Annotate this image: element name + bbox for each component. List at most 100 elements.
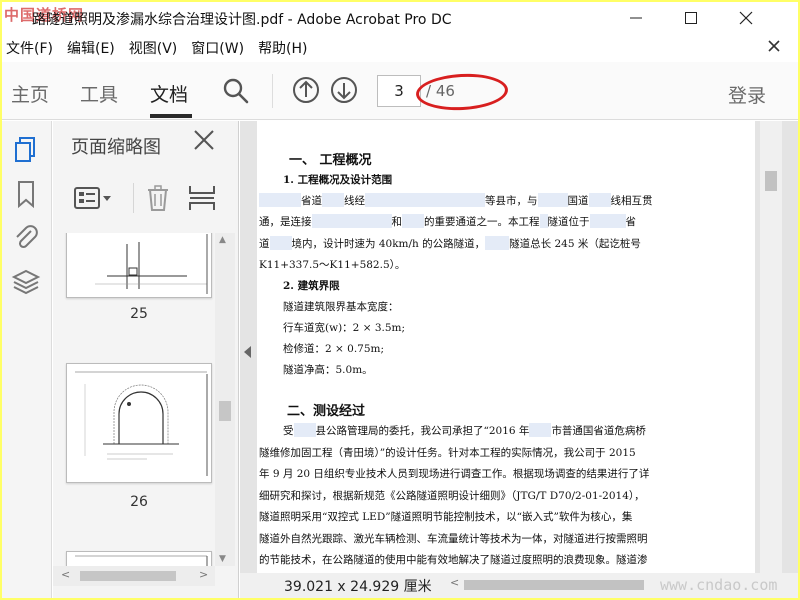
menu-bar: 文件(F) 编辑(E) 视图(V) 窗口(W) 帮助(H)	[2, 34, 798, 62]
redaction	[485, 236, 510, 250]
scroll-up-icon[interactable]: ▲	[219, 235, 226, 245]
menu-help[interactable]: 帮助(H)	[254, 38, 317, 58]
paragraph-line: 年 9 月 20 日组织专业技术人员到现场进行调查工作。根据现场调查的结果进行了…	[259, 468, 650, 480]
redaction	[529, 423, 552, 437]
thumbnails-panel: 页面缩略图 25 26 ▲ ▼ < >	[53, 121, 239, 598]
paragraph-line: 细研究和探讨，根据新规范《公路隧道照明设计细则》（JTG/T D70/2-01-…	[259, 490, 645, 502]
scroll-thumb[interactable]	[219, 401, 231, 421]
redaction	[311, 214, 392, 228]
attachment-icon[interactable]	[11, 223, 41, 253]
tunnel-section-preview-icon	[75, 371, 208, 476]
next-page-icon[interactable]	[330, 76, 358, 104]
redaction	[588, 193, 611, 207]
paragraph-line: 检修道：2 × 0.75m;	[283, 343, 385, 355]
subheading-2: 2. 建筑界限	[283, 280, 340, 292]
close-icon	[739, 11, 753, 25]
thumbnail-page-25[interactable]	[66, 233, 212, 298]
redaction	[293, 423, 316, 437]
tool-separator	[133, 183, 134, 213]
drawing-preview-icon	[95, 234, 208, 294]
title-bar: 中国道桥网 路隧道照明及渗漏水综合治理设计图.pdf - Adobe Acrob…	[2, 2, 798, 34]
scroll-down-icon[interactable]: ▼	[219, 554, 226, 564]
document-area: 一、 工程概况 1. 工程概况及设计范围 省道 线经 等县市，与 国道 线相互贯 通，是…	[240, 121, 798, 598]
tab-home[interactable]: 主页	[11, 80, 49, 107]
paragraph-line: 道境内，设计时速为 40km/h 的公路隧道， 隧道总长 245 米（起讫桩号	[259, 236, 641, 250]
scroll-thumb[interactable]	[80, 571, 176, 581]
section-heading-2: 二、测设经过	[287, 404, 366, 419]
redaction	[365, 193, 485, 207]
close-window-button[interactable]	[722, 2, 770, 34]
paragraph-line: 隧道建筑限界基本宽度：	[283, 301, 399, 313]
redaction	[589, 214, 626, 228]
close-document-icon[interactable]	[768, 38, 780, 56]
thumbnail-list: 25 26	[53, 233, 215, 566]
window-title: 路隧道照明及渗漏水综合治理设计图.pdf - Adobe Acrobat Pro…	[32, 12, 452, 28]
redaction	[322, 193, 344, 207]
thumbnail-options-icon[interactable]	[73, 185, 113, 211]
menu-window[interactable]: 窗口(W)	[187, 38, 254, 58]
tab-tools[interactable]: 工具	[80, 80, 118, 107]
page-number-input[interactable]: 3	[377, 75, 421, 107]
status-bar: 39.021 x 24.929 厘米 < www.cndao.com	[240, 573, 798, 598]
main-toolbar: 主页 工具 文档 3 / 46 登录	[2, 62, 798, 120]
subheading-1: 1. 工程概况及设计范围	[283, 174, 393, 186]
redaction	[537, 193, 568, 207]
thumbnail-tools	[53, 177, 239, 221]
toolbar-separator	[272, 74, 273, 108]
paragraph-line: 隧道外自然光跟踪、激光车辆检测、车流量统计等技术为一体，对隧道进行按需照明	[259, 533, 648, 545]
trash-icon[interactable]	[145, 183, 171, 213]
page-thumbnails-icon[interactable]	[11, 135, 41, 165]
drawing-preview-icon	[75, 555, 208, 566]
maximize-button[interactable]	[667, 2, 715, 34]
collapse-left-icon[interactable]	[244, 346, 251, 358]
paragraph-line: 受县公路管理局的委托，我公司承担了“2016 年市普通国省道危病桥	[283, 423, 646, 437]
thumbnail-label-25: 25	[130, 306, 148, 322]
thumbnail-page-26[interactable]	[66, 363, 212, 483]
document-vertical-scrollbar[interactable]	[760, 121, 782, 573]
navigation-rail	[2, 121, 52, 598]
login-button[interactable]: 登录	[728, 81, 766, 108]
menu-edit[interactable]: 编辑(E)	[63, 38, 125, 58]
menu-file[interactable]: 文件(F)	[2, 38, 63, 58]
scroll-thumb[interactable]	[765, 171, 777, 191]
scroll-left-icon[interactable]: <	[450, 576, 459, 589]
paragraph-line: K11+337.5～K11+582.5）。	[259, 259, 406, 271]
paragraph-line: 通，是连接和的重要通道之一。本工程 隧道位于省	[259, 214, 636, 228]
thumbnail-label-26: 26	[130, 494, 148, 510]
thumbnails-vertical-scrollbar[interactable]: ▲ ▼	[215, 233, 235, 566]
redaction	[539, 214, 548, 228]
search-icon[interactable]	[222, 77, 250, 105]
active-tab-indicator	[150, 114, 192, 118]
bookmark-icon[interactable]	[11, 179, 41, 209]
page-size-readout: 39.021 x 24.929 厘米	[284, 579, 432, 595]
acrobat-window: 中国道桥网 路隧道照明及渗漏水综合治理设计图.pdf - Adobe Acrob…	[2, 2, 798, 598]
redaction	[269, 236, 292, 250]
paragraph-line: 的节能技术，在公路隧道的使用中能有效地解决了隧道过度照明的浪费现象。隧道渗	[259, 554, 648, 566]
paragraph-line: 隧道照明采用“双控式 LED”隧道照明节能控制技术，以“嵌入式”软件为核心，集	[259, 511, 633, 523]
close-panel-icon[interactable]	[193, 129, 215, 156]
paragraph-line: 省道 线经 等县市，与 国道 线相互贯	[259, 193, 653, 208]
layers-icon[interactable]	[11, 267, 41, 297]
section-heading-1: 一、 工程概况	[289, 153, 372, 168]
maximize-icon	[685, 12, 697, 24]
scroll-thumb[interactable]	[464, 580, 644, 590]
highlight-ellipse	[415, 71, 509, 113]
paragraph-line: 行车道宽(w)：2 × 3.5m;	[283, 322, 406, 334]
redaction	[402, 214, 424, 228]
tab-document[interactable]: 文档	[150, 80, 188, 107]
thumbnails-title: 页面缩略图	[71, 137, 161, 158]
minimize-icon	[630, 17, 642, 19]
pdf-page: 一、 工程概况 1. 工程概况及设计范围 省道 线经 等县市，与 国道 线相互贯 通，是…	[257, 121, 755, 573]
site-watermark: www.cndao.com	[660, 576, 778, 594]
previous-page-icon[interactable]	[292, 76, 320, 104]
minimize-button[interactable]	[612, 2, 660, 34]
menu-view[interactable]: 视图(V)	[125, 38, 188, 58]
thumbnail-page-27[interactable]	[66, 551, 212, 566]
scroll-right-icon[interactable]: >	[199, 568, 208, 581]
redaction	[259, 193, 301, 207]
organize-pages-icon[interactable]	[187, 183, 217, 213]
paragraph-line: 隧维修加固工程（青田境）”的设计任务。针对本工程的实际情况，我公司于 2015	[259, 447, 636, 459]
thumbnails-horizontal-scrollbar[interactable]: < >	[53, 566, 215, 586]
scroll-left-icon[interactable]: <	[61, 568, 70, 581]
paragraph-line: 隧道净高：5.0m。	[283, 364, 373, 376]
